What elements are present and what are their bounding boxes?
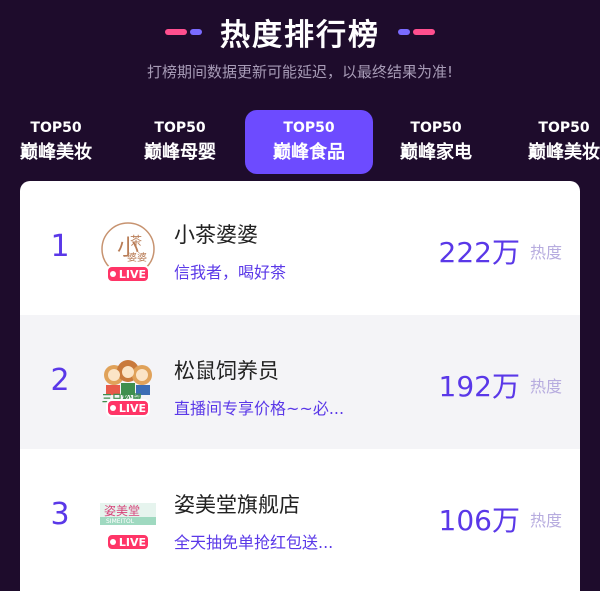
live-badge: LIVE [106,533,150,551]
tab-top-label: TOP50 [410,120,462,136]
tab-label: 巅峰食品 [273,142,345,163]
rank-number: 3 [50,497,70,532]
tab-mother-baby[interactable]: TOP50 巅峰母婴 [116,110,244,174]
live-badge: LIVE [106,399,150,417]
rank-number: 2 [50,363,70,398]
heat-value: 106万 [438,504,520,537]
shop-description: 信我者，喝好茶 [174,263,287,282]
ranking-row[interactable]: 1 小 茶 婆婆 LIVE 小茶婆婆 信我者，喝好茶 222万 热度 [20,181,580,315]
ranking-row[interactable]: 3 姿美堂 SIMEITOL LIVE 姿美堂旗舰店 全天抽免单抢红包送... … [20,449,580,583]
tab-label: 巅峰美妆 [20,142,92,163]
category-tabs: TOP50 巅峰美妆 TOP50 巅峰母婴 TOP50 巅峰食品 TOP50 巅… [0,110,600,174]
rank-number: 1 [50,229,70,264]
heat-label: 热度 [529,511,562,530]
tab-appliances[interactable]: TOP50 巅峰家电 [372,110,500,174]
heat-value: 192万 [438,370,520,403]
tab-label: 巅峰母婴 [144,142,216,163]
shop-description: 直播间专享价格~~必... [174,399,345,418]
logo-text: SIMEITOL [106,518,135,525]
tab-top-label: TOP50 [154,120,206,136]
logo-text: 茶 [130,233,142,248]
ranking-row[interactable]: 2 三只松鼠 LIVE 松鼠饲养员 直播间专享价格~~必... 192万 热度 [20,315,580,449]
tab-food[interactable]: TOP50 巅峰食品 [245,110,373,174]
title-decoration-left [165,29,202,35]
tab-label: 巅峰美妆 [528,142,600,163]
live-badge: LIVE [106,265,150,283]
shop-name: 姿美堂旗舰店 [174,493,300,517]
page-title: 热度排行榜 [220,18,380,53]
title-decoration-right [398,29,435,35]
tab-label: 巅峰家电 [400,142,472,163]
tab-beauty[interactable]: TOP50 巅峰美妆 [0,110,120,174]
ranking-list: 1 小 茶 婆婆 LIVE 小茶婆婆 信我者，喝好茶 222万 热度 2 LIV… [20,181,580,591]
heat-label: 热度 [529,243,562,262]
shop-name: 松鼠饲养员 [174,359,279,383]
shop-name: 小茶婆婆 [174,223,258,247]
heat-value: 222万 [438,236,520,269]
page-subtitle: 打榜期间数据更新可能延迟，以最终结果为准! [146,63,453,81]
title-row: 热度排行榜 [0,12,600,53]
logo-text: 姿美堂 [104,504,140,518]
logo-text: 婆婆 [127,252,147,264]
tab-beauty-2[interactable]: TOP50 巅峰美妆 [500,110,600,174]
tab-top-label: TOP50 [538,120,590,136]
tab-top-label: TOP50 [283,120,335,136]
tab-top-label: TOP50 [30,120,82,136]
shop-description: 全天抽免单抢红包送... [174,533,334,552]
heat-label: 热度 [529,377,562,396]
